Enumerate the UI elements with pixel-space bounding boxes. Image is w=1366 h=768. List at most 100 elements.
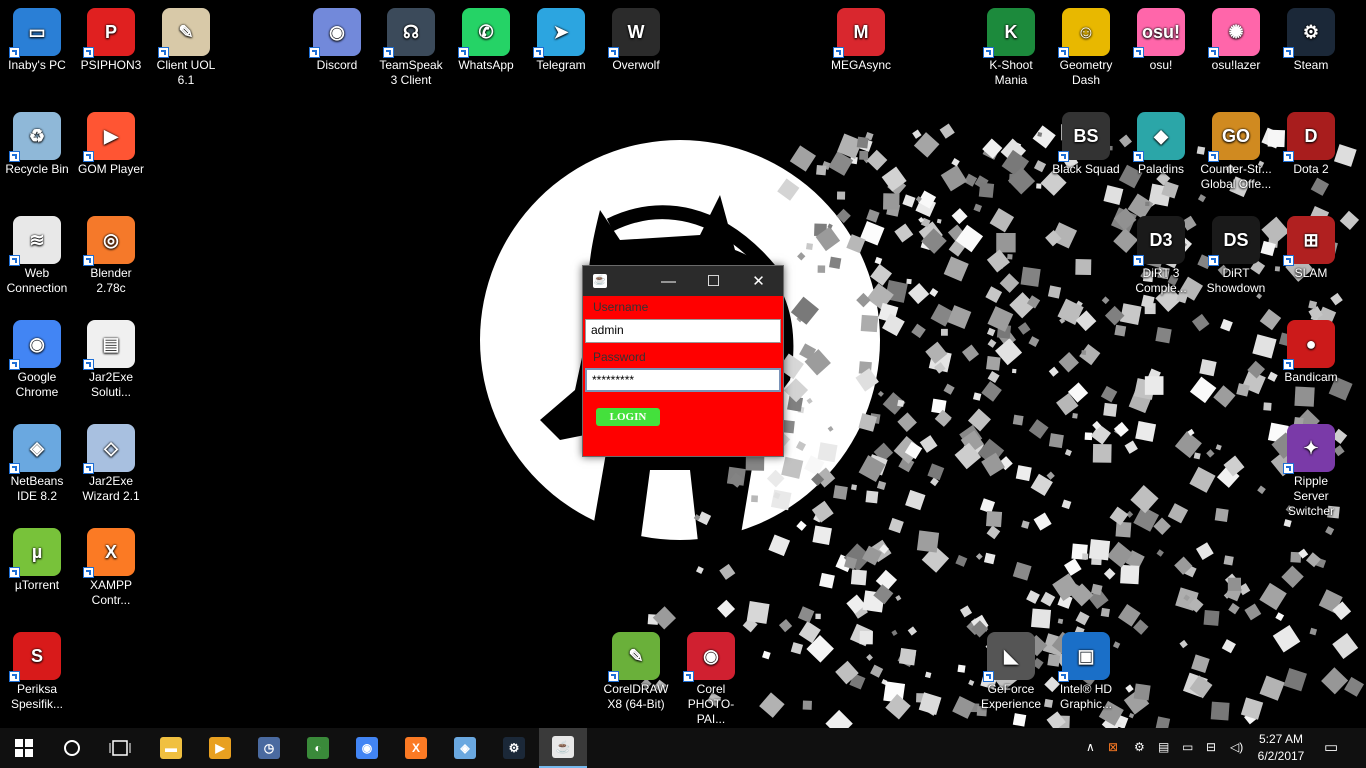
steam-icon: ⚙ [503, 737, 525, 759]
desktop-icon[interactable]: ◉ Corel PHOTO-PAI... [674, 626, 748, 727]
desktop-icon[interactable]: osu! osu! [1124, 2, 1198, 73]
desktop-icon[interactable]: ◣ GeForce Experience [974, 626, 1048, 712]
taskbar-chrome-button[interactable]: ◉ [343, 728, 391, 768]
maximize-button[interactable]: ☐ [691, 266, 736, 296]
app-icon: ◉ [683, 632, 735, 682]
shortcut-arrow-icon [983, 47, 994, 58]
desktop-icon[interactable]: ⊞ SLAM [1274, 210, 1348, 281]
desktop-icon[interactable]: W Overwolf [599, 2, 673, 73]
desktop-icon[interactable]: ✎ CorelDRAW X8 (64-Bit) [599, 626, 673, 712]
desktop-icon[interactable]: ⚙ Steam [1274, 2, 1348, 73]
taskbar-java-button[interactable]: ☕ [539, 728, 587, 768]
desktop-icon-label: Discord [316, 58, 358, 72]
desktop-icon[interactable]: ◆ Paladins [1124, 106, 1198, 177]
desktop-icon[interactable]: ◉ Discord [300, 2, 374, 73]
app-icon: D3 [1133, 216, 1185, 266]
username-field[interactable]: admin [585, 319, 781, 343]
shortcut-arrow-icon [1283, 359, 1294, 370]
desktop-icon[interactable]: D Dota 2 [1274, 106, 1348, 177]
desktop-icon[interactable]: ✎ Client UOL 6.1 [149, 2, 223, 88]
desktop-icon[interactable]: P PSIPHON3 [74, 2, 148, 73]
desktop-icon[interactable]: ➤ Telegram [524, 2, 598, 73]
shortcut-arrow-icon [1283, 151, 1294, 162]
media-player-icon: ▶ [209, 737, 231, 759]
desktop-icon[interactable]: M MEGAsync [824, 2, 898, 73]
desktop-icon[interactable]: S Periksa Spesifik... [0, 626, 74, 712]
desktop-icon[interactable]: ♻ Recycle Bin [0, 106, 74, 177]
desktop-icon[interactable]: µ µTorrent [0, 522, 74, 593]
windows-icon [15, 739, 33, 757]
shortcut-arrow-icon [1208, 47, 1219, 58]
search-button[interactable] [48, 728, 96, 768]
taskbar-clock-app-button[interactable]: ◷ [245, 728, 293, 768]
tray-chevron-icon[interactable]: ∧ [1086, 740, 1095, 754]
task-view-button[interactable] [96, 728, 144, 768]
volume-icon[interactable]: ◁) [1230, 740, 1243, 754]
battery-icon[interactable]: ▭ [1182, 740, 1193, 754]
desktop-icon[interactable]: ✺ osu!lazer [1199, 2, 1273, 73]
desktop-icon[interactable]: DS DiRT Showdown [1199, 210, 1273, 296]
app-icon: D [1283, 112, 1335, 162]
task-view-icon [109, 740, 131, 756]
password-label: Password [593, 350, 646, 364]
taskbar: ▬ ▶ ◷ ◐ ◉ X ◈ ⚙ ☕ ∧ ⊠ ⚙ ▤ ▭ ⊟ ◁) 5:27 AM 6/2/201… [0, 728, 1366, 768]
desktop-icon[interactable]: BS Black Squad [1049, 106, 1123, 177]
app-icon: µ [9, 528, 61, 578]
app-icon: ◉ [9, 320, 61, 370]
taskbar-globe-app-button[interactable]: ◐ [294, 728, 342, 768]
desktop-icon[interactable]: GO Counter-Str... Global Offe... [1199, 106, 1273, 192]
taskbar-steam-button[interactable]: ⚙ [490, 728, 538, 768]
shortcut-arrow-icon [9, 463, 20, 474]
desktop-icon-label: Telegram [536, 58, 586, 72]
desktop-icon[interactable]: ◉ Google Chrome [0, 314, 74, 400]
shortcut-arrow-icon [9, 47, 20, 58]
desktop-icon[interactable]: ≋ Web Connection [0, 210, 74, 296]
desktop-icon[interactable]: X XAMPP Contr... [74, 522, 148, 608]
taskbar-media-player-button[interactable]: ▶ [196, 728, 244, 768]
desktop-icon[interactable]: ◎ Blender 2.78c [74, 210, 148, 296]
desktop-icon[interactable]: ▣ Intel® HD Graphic... [1049, 626, 1123, 712]
desktop-icon[interactable]: ☊ TeamSpeak 3 Client [374, 2, 448, 88]
app-icon: ◈ [9, 424, 61, 474]
start-button[interactable] [0, 728, 48, 768]
notification-icon[interactable]: ▭ [1324, 738, 1338, 756]
desktop-icon-label: XAMPP Contr... [89, 578, 132, 607]
desktop-icon[interactable]: ✆ WhatsApp [449, 2, 523, 73]
desktop-icon-label: Periksa Spesifik... [10, 682, 64, 711]
app-icon: ✦ [1283, 424, 1335, 474]
shortcut-arrow-icon [83, 255, 94, 266]
desktop-icon[interactable]: ▤ Jar2Exe Soluti... [74, 314, 148, 400]
clock[interactable]: 5:27 AM 6/2/2017 [1252, 731, 1310, 765]
shortcut-arrow-icon [1133, 151, 1144, 162]
globe-app-icon: ◐ [307, 737, 329, 759]
login-button[interactable]: LOGIN [596, 408, 660, 426]
close-button[interactable]: ✕ [736, 266, 781, 296]
title-bar[interactable]: ☕ — ☐ ✕ [583, 266, 783, 296]
taskbar-xampp-button[interactable]: X [392, 728, 440, 768]
shortcut-arrow-icon [83, 463, 94, 474]
xampp-icon: X [405, 737, 427, 759]
app-icon: P [83, 8, 135, 58]
xampp-tray-icon[interactable]: ⊠ [1108, 740, 1118, 754]
desktop-icon[interactable]: ▭ Inaby's PC [0, 2, 74, 73]
desktop-icon[interactable]: ▶ GOM Player [74, 106, 148, 177]
desktop-icon-label: GeForce Experience [980, 682, 1042, 711]
desktop-icon[interactable]: D3 DiRT 3 Comple... [1124, 210, 1198, 296]
minimize-button[interactable]: — [646, 266, 691, 296]
network-icon[interactable]: ⊟ [1206, 740, 1216, 754]
desktop-icon[interactable]: ◇ Jar2Exe Wizard 2.1 [74, 418, 148, 504]
desktop-icon[interactable]: ☺ Geometry Dash [1049, 2, 1123, 88]
hardware-tray-icon[interactable]: ▤ [1158, 740, 1169, 754]
desktop-icon-label: Black Squad [1052, 162, 1120, 176]
desktop-icon-label: NetBeans IDE 8.2 [10, 474, 64, 503]
desktop-icon[interactable]: ◈ NetBeans IDE 8.2 [0, 418, 74, 504]
desktop-icon[interactable]: K K-Shoot Mania [974, 2, 1048, 88]
steam-tray-icon[interactable]: ⚙ [1134, 740, 1145, 754]
desktop-icon[interactable]: ● Bandicam [1274, 314, 1348, 385]
taskbar-netbeans-button[interactable]: ◈ [441, 728, 489, 768]
desktop-icon-label: Blender 2.78c [90, 266, 132, 295]
taskbar-file-explorer-button[interactable]: ▬ [147, 728, 195, 768]
desktop-icon[interactable]: ✦ Ripple Server Switcher [1274, 418, 1348, 519]
password-field[interactable]: ********* [585, 368, 781, 392]
app-icon: ◇ [83, 424, 135, 474]
